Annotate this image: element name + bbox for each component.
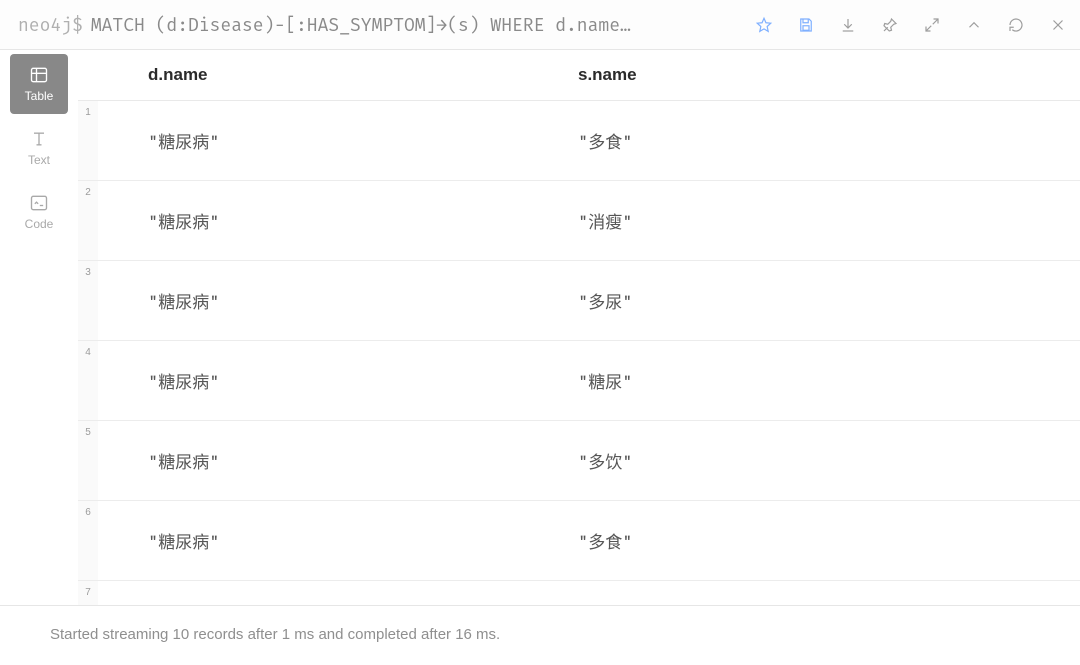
query-bar: neo4j$ MATCH (d:Disease)-[:HAS_SYMPTOM]→… xyxy=(0,0,1080,50)
cell-s: "多食" xyxy=(578,501,1080,580)
cell-s: "多食" xyxy=(578,101,1080,180)
table-row: 4 "糖尿病" "糖尿" xyxy=(78,341,1080,421)
status-text: Started streaming 10 records after 1 ms … xyxy=(50,626,500,643)
cell-d: "糖尿病" xyxy=(98,261,578,340)
table-row: 1 "糖尿病" "多食" xyxy=(78,101,1080,181)
row-number: 6 xyxy=(78,501,98,580)
view-table-label: Table xyxy=(25,89,54,103)
view-text[interactable]: Text xyxy=(10,118,68,178)
save-icon[interactable] xyxy=(794,13,818,37)
cell-d: "糖尿病" xyxy=(98,421,578,500)
view-table[interactable]: Table xyxy=(10,54,68,114)
table-header: d.name s.name xyxy=(78,50,1080,101)
close-icon[interactable] xyxy=(1046,13,1070,37)
row-number: 7 xyxy=(78,581,98,605)
cell-s: "多饮" xyxy=(578,421,1080,500)
column-header-s[interactable]: s.name xyxy=(578,65,1080,85)
row-number: 3 xyxy=(78,261,98,340)
prompt-label: neo4j$ xyxy=(18,14,83,36)
view-code-label: Code xyxy=(25,217,54,231)
cell-d: "糖尿病" xyxy=(98,101,578,180)
table-row: 7 "糖尿病" "消瘦" xyxy=(78,581,1080,605)
cell-s: "糖尿" xyxy=(578,341,1080,420)
toolbar xyxy=(752,13,1070,37)
view-text-label: Text xyxy=(28,153,50,167)
view-code[interactable]: Code xyxy=(10,182,68,242)
star-icon[interactable] xyxy=(752,13,776,37)
row-number: 5 xyxy=(78,421,98,500)
row-number: 1 xyxy=(78,101,98,180)
results-area: Table Text Code d.name s.name 1 "糖尿病" "多… xyxy=(0,50,1080,605)
cell-d: "糖尿病" xyxy=(98,581,578,605)
expand-icon[interactable] xyxy=(920,13,944,37)
table-row: 3 "糖尿病" "多尿" xyxy=(78,261,1080,341)
pin-icon[interactable] xyxy=(878,13,902,37)
collapse-up-icon[interactable] xyxy=(962,13,986,37)
column-header-d[interactable]: d.name xyxy=(98,65,578,85)
cell-d: "糖尿病" xyxy=(98,501,578,580)
rerun-icon[interactable] xyxy=(1004,13,1028,37)
status-bar: Started streaming 10 records after 1 ms … xyxy=(0,605,1080,663)
row-number: 4 xyxy=(78,341,98,420)
table-body[interactable]: 1 "糖尿病" "多食" 2 "糖尿病" "消瘦" 3 "糖尿病" "多尿" 4… xyxy=(78,101,1080,605)
results-table: d.name s.name 1 "糖尿病" "多食" 2 "糖尿病" "消瘦" … xyxy=(78,50,1080,605)
cell-d: "糖尿病" xyxy=(98,181,578,260)
download-icon[interactable] xyxy=(836,13,860,37)
table-row: 6 "糖尿病" "多食" xyxy=(78,501,1080,581)
cell-s: "消瘦" xyxy=(578,181,1080,260)
query-text[interactable]: MATCH (d:Disease)-[:HAS_SYMPTOM]→(s) WHE… xyxy=(91,14,736,36)
table-row: 5 "糖尿病" "多饮" xyxy=(78,421,1080,501)
cell-s: "消瘦" xyxy=(578,581,1080,605)
table-row: 2 "糖尿病" "消瘦" xyxy=(78,181,1080,261)
cell-d: "糖尿病" xyxy=(98,341,578,420)
cell-s: "多尿" xyxy=(578,261,1080,340)
row-number: 2 xyxy=(78,181,98,260)
view-rail: Table Text Code xyxy=(0,50,78,605)
